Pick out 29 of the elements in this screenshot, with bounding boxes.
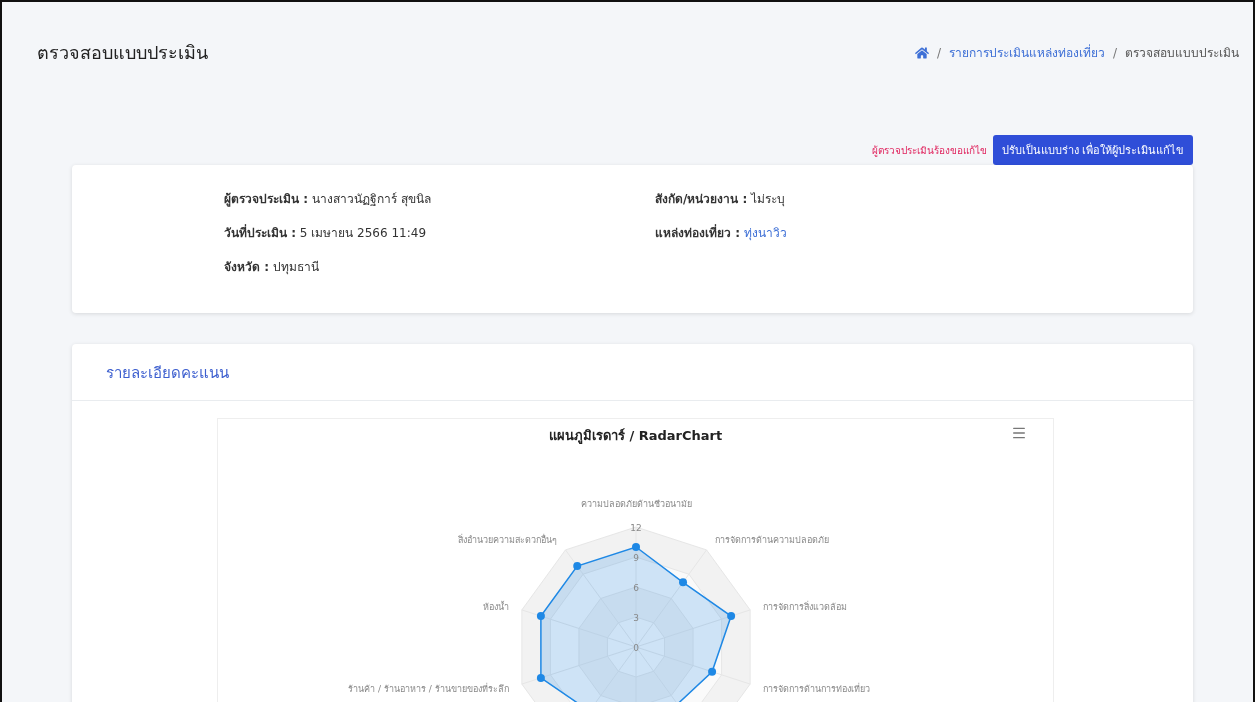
scale-label: 3 xyxy=(633,613,639,623)
info-field: วันที่ประเมิน : 5 เมษายน 2566 11:49 xyxy=(224,226,655,241)
category-label: การจัดการด้านการท่องเที่ยว xyxy=(763,684,871,695)
category-label: การจัดการสิ่งแวดล้อม xyxy=(763,601,848,612)
category-label: ความปลอดภัยด้านชีวอนามัย xyxy=(580,499,692,509)
info-field: จังหวัด : ปทุมธานี xyxy=(224,260,655,275)
page-title: ตรวจสอบแบบประเมิน xyxy=(37,41,208,65)
card-title: รายละเอียดคะแนน xyxy=(106,364,230,382)
set-draft-button[interactable]: ปรับเป็นแบบร่าง เพื่อให้ผู้ประเมินแก้ไข xyxy=(992,135,1193,165)
scale-label: 12 xyxy=(630,523,642,533)
category-label: สิ่งอำนวยความสะดวกอื่นๆ xyxy=(458,534,558,545)
attraction-link[interactable]: ทุ่งนาวิว xyxy=(743,226,787,240)
info-field: สังกัด/หน่วยงาน : ไม่ระบุ xyxy=(655,192,1193,207)
scale-label: 0 xyxy=(633,643,639,653)
category-label: การจัดการด้านความปลอดภัย xyxy=(714,534,829,545)
home-icon[interactable] xyxy=(914,45,929,60)
category-label: ร้านค้า / ร้านอาหาร / ร้านขายของที่ระลึก xyxy=(348,684,509,695)
path-separator: / xyxy=(936,45,941,60)
current-page-label[interactable]: ตรวจสอบแบบประเมิน xyxy=(1125,43,1239,62)
info-field: ผู้ตรวจประเมิน : นางสาวนัฏฐิการ์ สุขนิล xyxy=(224,192,655,207)
revision-request-notice: ผู้ตรวจประเมินร้องขอแก้ไข xyxy=(871,143,987,158)
info-field: แหล่งท่องเที่ยว : ทุ่งนาวิว xyxy=(655,226,1193,241)
breadcrumb-link[interactable]: รายการประเมินแหล่งท่องเที่ยว xyxy=(948,43,1105,62)
chart-title: แผนภูมิเรดาร์ / RadarChart xyxy=(548,428,723,443)
path-separator: / xyxy=(1112,45,1117,60)
category-label: ห้องน้ำ xyxy=(482,601,509,612)
scale-label: 9 xyxy=(633,553,639,563)
menu-icon[interactable] xyxy=(1011,425,1027,441)
scale-label: 6 xyxy=(633,583,639,593)
